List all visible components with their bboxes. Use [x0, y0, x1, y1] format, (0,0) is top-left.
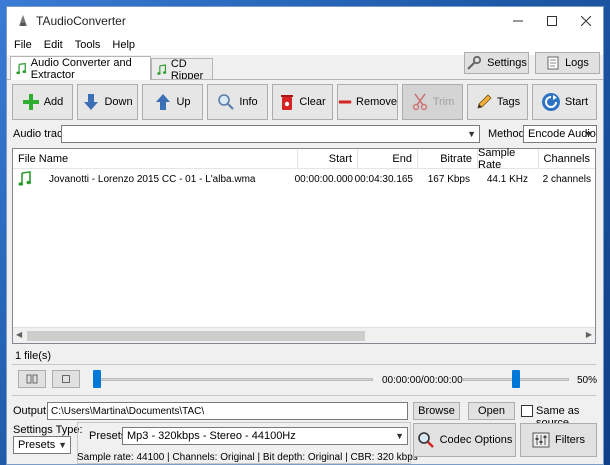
- minimize-icon: [513, 20, 523, 22]
- document-icon: [547, 56, 559, 70]
- audio-track-select[interactable]: ▼: [61, 125, 480, 143]
- stop-icon: [62, 375, 70, 383]
- menu-edit[interactable]: Edit: [39, 39, 68, 51]
- chevron-down-icon: ▼: [58, 440, 67, 450]
- horizontal-scrollbar[interactable]: ◀ ▶: [13, 327, 595, 343]
- close-icon: [581, 16, 591, 26]
- trash-icon: [281, 95, 294, 110]
- time-readout: 00:00:00/00:00:00: [382, 375, 463, 386]
- volume-thumb[interactable]: [512, 370, 520, 388]
- tab-audio-converter[interactable]: Audio Converter and Extractor: [10, 56, 151, 81]
- chevron-down-icon: ▼: [584, 129, 593, 139]
- arrow-down-icon: [84, 94, 99, 110]
- browse-button[interactable]: Browse: [413, 402, 460, 420]
- main-panel: Add Down Up Info Clear Remove Trim Tags …: [7, 79, 603, 464]
- menu-file[interactable]: File: [9, 39, 37, 51]
- clear-button[interactable]: Clear: [272, 84, 333, 120]
- seek-track: [93, 378, 373, 381]
- settings-button[interactable]: Settings: [464, 52, 529, 74]
- filters-button[interactable]: Filters: [520, 423, 597, 457]
- cell-bitrate: 167 Kbps: [427, 173, 470, 185]
- plus-icon: [22, 94, 39, 110]
- column-start[interactable]: Start: [298, 149, 358, 169]
- volume-slider[interactable]: [463, 370, 569, 388]
- start-convert-icon: [541, 93, 560, 111]
- app-icon: [19, 15, 27, 26]
- arrow-up-icon: [156, 94, 171, 110]
- maximize-button[interactable]: [535, 7, 569, 35]
- column-channels[interactable]: Channels: [539, 149, 595, 169]
- file-list[interactable]: File Name Start End Bitrate Sample Rate …: [12, 147, 596, 344]
- output-path-field[interactable]: C:\Users\Martina\Documents\TAC\: [47, 402, 408, 420]
- window-title: TAudioConverter: [36, 14, 126, 28]
- filters-icon: [532, 432, 550, 448]
- settings-type-select[interactable]: Presets ▼: [13, 436, 71, 454]
- pause-icon: [26, 374, 38, 384]
- seek-slider[interactable]: [93, 370, 373, 388]
- scissors-icon: [412, 93, 427, 111]
- app-window: TAudioConverter File Edit Tools Help Aud…: [6, 6, 604, 465]
- cell-start: 00:00:00.000: [294, 173, 353, 185]
- cell-channels: 2 channels: [542, 173, 591, 185]
- presets-select[interactable]: Mp3 - 320kbps - Stereo - 44100Hz ▼: [122, 427, 408, 445]
- play-pause-button[interactable]: [18, 370, 46, 388]
- tags-button[interactable]: Tags: [467, 84, 528, 120]
- music-note-icon: [16, 62, 27, 74]
- column-bitrate[interactable]: Bitrate: [418, 149, 478, 169]
- start-button[interactable]: Start: [532, 84, 597, 120]
- logs-button[interactable]: Logs: [535, 52, 600, 74]
- cell-end: 00:04:30.165: [354, 173, 413, 185]
- pencil-icon: [477, 94, 492, 109]
- output-label: Output:: [13, 405, 50, 417]
- magnifier-icon: [218, 94, 235, 110]
- magnifier-icon: [417, 432, 434, 448]
- wrench-icon: [467, 55, 482, 70]
- divider: [12, 364, 596, 365]
- column-sample-rate[interactable]: Sample Rate: [478, 147, 539, 171]
- stop-button[interactable]: [52, 370, 80, 388]
- menu-tools[interactable]: Tools: [70, 39, 106, 51]
- move-up-button[interactable]: Up: [142, 84, 203, 120]
- tab-label: Audio Converter and Extractor: [30, 56, 132, 81]
- volume-readout: 50%: [577, 375, 598, 386]
- scroll-right-icon[interactable]: ▶: [586, 330, 592, 339]
- cell-sample-rate: 44.1 KHz: [486, 173, 528, 185]
- status-line: Sample rate: 44100 | Channels: Original …: [77, 452, 418, 463]
- cell-file-name: Jovanotti - Lorenzo 2015 CC - 01 - L'alb…: [49, 173, 256, 185]
- table-row[interactable]: Jovanotti - Lorenzo 2015 CC - 01 - L'alb…: [13, 169, 595, 189]
- file-count: 1 file(s): [15, 350, 52, 362]
- open-button[interactable]: Open: [468, 402, 515, 420]
- close-button[interactable]: [569, 7, 603, 35]
- scrollbar-thumb[interactable]: [27, 331, 365, 341]
- add-button[interactable]: Add: [12, 84, 73, 120]
- same-as-source-checkbox[interactable]: [521, 405, 533, 417]
- minus-icon: [338, 100, 352, 104]
- seek-thumb[interactable]: [93, 370, 101, 388]
- scroll-left-icon[interactable]: ◀: [16, 330, 22, 339]
- music-note-icon: [18, 171, 32, 186]
- method-select[interactable]: Encode Audio ▼: [523, 125, 597, 143]
- maximize-icon: [547, 16, 557, 26]
- tab-cd-ripper[interactable]: CD Ripper: [151, 57, 213, 82]
- column-end[interactable]: End: [358, 149, 418, 169]
- remove-button[interactable]: Remove: [337, 84, 398, 120]
- settings-type-label: Settings Type:: [13, 424, 83, 436]
- title-bar: TAudioConverter: [7, 7, 603, 35]
- minimize-button[interactable]: [501, 7, 535, 35]
- menu-help[interactable]: Help: [107, 39, 140, 51]
- move-down-button[interactable]: Down: [77, 84, 138, 120]
- chevron-down-icon: ▼: [467, 129, 476, 139]
- divider: [12, 395, 596, 396]
- info-button[interactable]: Info: [207, 84, 268, 120]
- trim-button[interactable]: Trim: [402, 84, 463, 120]
- file-list-header: File Name Start End Bitrate Sample Rate …: [13, 147, 595, 171]
- tab-label: CD Ripper: [170, 57, 204, 82]
- column-file-name[interactable]: File Name: [13, 149, 298, 169]
- chevron-down-icon: ▼: [395, 431, 404, 441]
- music-note-icon: [157, 63, 167, 75]
- codec-options-button[interactable]: Codec Options: [413, 423, 516, 457]
- method-label: Method:: [488, 128, 528, 140]
